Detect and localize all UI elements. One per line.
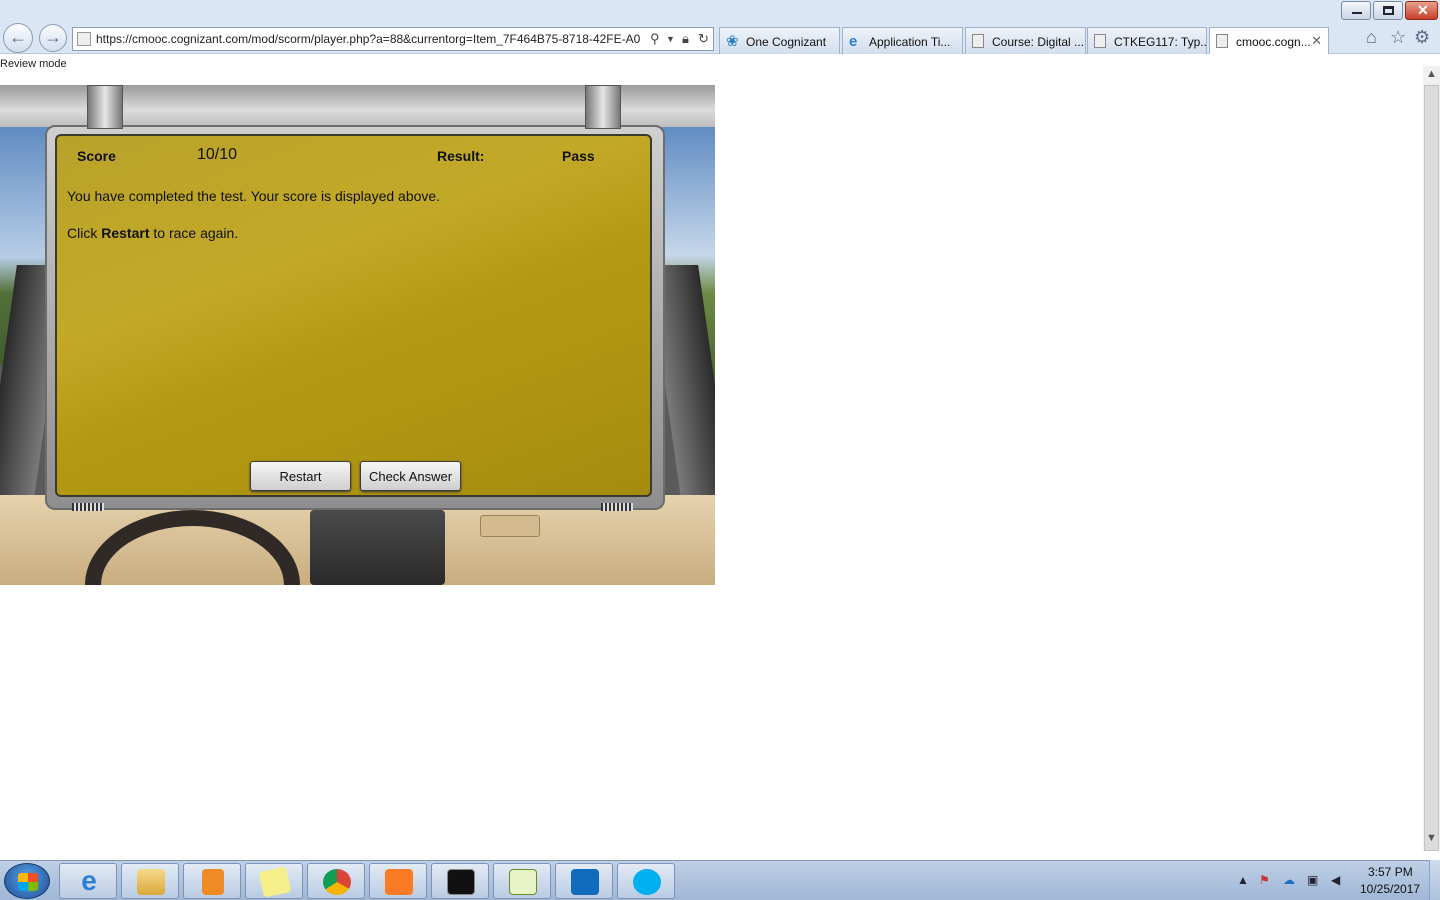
tab-cmooc-active[interactable]: cmooc.cogn... ✕ [1209, 27, 1329, 54]
window-titlebar: ✕ [0, 0, 1440, 22]
navigation-bar: ← → https://cmooc.cognizant.com/mod/scor… [0, 22, 1440, 54]
score-value: 10/10 [197, 146, 238, 163]
minimize-icon [1352, 12, 1362, 14]
start-button[interactable] [4, 863, 50, 899]
clock-date[interactable]: 10/25/2017 [1360, 882, 1420, 896]
review-mode-label: Review mode [0, 58, 67, 70]
taskbar-notepad-plus-plus[interactable] [493, 863, 551, 899]
restart-instruction-suffix: to race again. [149, 225, 239, 241]
outlook-icon [571, 869, 599, 895]
chrome-icon [323, 869, 351, 895]
taskbar-xampp[interactable] [369, 863, 427, 899]
tab-label: Course: Digital ... [992, 35, 1085, 49]
result-value: Pass [562, 148, 595, 164]
tab-ctkeg117[interactable]: CTKEG117: Typ... [1087, 27, 1207, 54]
taskbar: e ▲ ⚑ ☁ ▣ ◀ [0, 860, 1440, 900]
refresh-icon[interactable]: ↻ [698, 31, 709, 47]
tab-label: One Cognizant [746, 35, 827, 49]
taskbar-skype[interactable] [617, 863, 675, 899]
folder-icon [137, 869, 165, 895]
taskbar-internet-explorer[interactable]: e [59, 863, 117, 899]
restart-button[interactable]: Restart [250, 461, 351, 491]
visor-hinge-left [87, 85, 123, 129]
search-icon[interactable]: ⚲ [650, 31, 660, 47]
scroll-up-icon[interactable]: ▲ [1423, 66, 1440, 83]
restart-instruction-bold: Restart [101, 225, 150, 241]
chevron-down-icon[interactable]: ▼ [666, 34, 675, 44]
ie-icon: e [849, 33, 858, 50]
dashboard-vent [480, 515, 540, 537]
tab-course-digital[interactable]: Course: Digital ... [965, 27, 1086, 54]
car-interior-scene: Score 10/10 Result: Pass You have comple… [0, 85, 715, 585]
restart-instruction: Click Restart to race again. [67, 225, 238, 241]
media-player-icon [202, 869, 224, 895]
restore-icon [1383, 6, 1394, 15]
check-answer-button[interactable]: Check Answer [360, 461, 461, 491]
forward-arrow-icon: → [44, 27, 62, 47]
result-panel: Score 10/10 Result: Pass You have comple… [55, 134, 652, 497]
skype-icon [633, 869, 661, 895]
taskbar-sticky-notes[interactable] [245, 863, 303, 899]
show-desktop-button[interactable] [1429, 860, 1440, 900]
tab-label: Application Ti... [869, 35, 951, 49]
score-label: Score [77, 148, 116, 164]
tab-close-icon[interactable]: ✕ [1311, 33, 1322, 49]
scroll-down-icon[interactable]: ▼ [1423, 830, 1440, 847]
tab-one-cognizant[interactable]: ❀ One Cognizant [719, 27, 840, 54]
windows-logo-icon [18, 873, 38, 891]
center-console [310, 510, 445, 585]
page-icon [1216, 34, 1228, 48]
lock-icon[interactable]: 🔒︎ [682, 31, 689, 47]
sticky-notes-icon [258, 866, 292, 898]
restore-button[interactable] [1373, 1, 1403, 20]
close-icon: ✕ [1417, 2, 1429, 18]
notepad-plus-plus-icon [509, 869, 537, 895]
url-text[interactable]: https://cmooc.cognizant.com/mod/scorm/pl… [96, 32, 648, 46]
address-bar[interactable]: https://cmooc.cognizant.com/mod/scorm/pl… [72, 27, 714, 51]
result-label: Result: [437, 148, 485, 164]
forward-button[interactable]: → [39, 24, 67, 52]
taskbar-command-prompt[interactable] [431, 863, 489, 899]
back-arrow-icon: ← [9, 27, 27, 47]
scroll-thumb[interactable] [1424, 85, 1439, 851]
home-icon[interactable]: ⌂ [1366, 27, 1377, 48]
taskbar-outlook[interactable] [555, 863, 613, 899]
close-window-button[interactable]: ✕ [1405, 1, 1438, 20]
clock-time[interactable]: 3:57 PM [1368, 865, 1413, 879]
back-button[interactable]: ← [3, 23, 33, 53]
speaker-grille-right [601, 503, 633, 511]
action-center-icon[interactable]: ⚑ [1259, 873, 1270, 887]
tab-label: CTKEG117: Typ... [1114, 35, 1207, 49]
onedrive-cloud-icon[interactable]: ☁ [1283, 873, 1295, 887]
favorites-star-icon[interactable]: ☆ [1390, 27, 1406, 48]
internet-explorer-icon: e [81, 865, 97, 896]
restart-instruction-prefix: Click [67, 225, 102, 241]
minimize-button[interactable] [1341, 1, 1371, 20]
taskbar-file-explorer[interactable] [121, 863, 179, 899]
page-icon [1094, 34, 1106, 48]
taskbar-media-player[interactable] [183, 863, 241, 899]
volume-icon[interactable]: ◀ [1331, 873, 1340, 887]
show-hidden-icons-icon[interactable]: ▲ [1237, 873, 1249, 887]
speaker-grille-left [72, 503, 104, 511]
tab-application-ti[interactable]: e Application Ti... [842, 27, 963, 54]
xampp-icon [385, 869, 413, 895]
visor-hinge-right [585, 85, 621, 129]
vertical-scrollbar[interactable]: ▲ ▼ [1423, 66, 1440, 851]
page-icon [972, 34, 984, 48]
completed-message: You have completed the test. Your score … [67, 188, 441, 204]
settings-gear-icon[interactable]: ⚙ [1414, 27, 1430, 48]
taskbar-chrome[interactable] [307, 863, 365, 899]
cognizant-icon: ❀ [726, 33, 739, 50]
command-prompt-icon [447, 869, 475, 895]
tab-label: cmooc.cogn... [1236, 35, 1311, 49]
network-icon[interactable]: ▣ [1307, 873, 1318, 887]
page-favicon-icon [77, 32, 91, 46]
